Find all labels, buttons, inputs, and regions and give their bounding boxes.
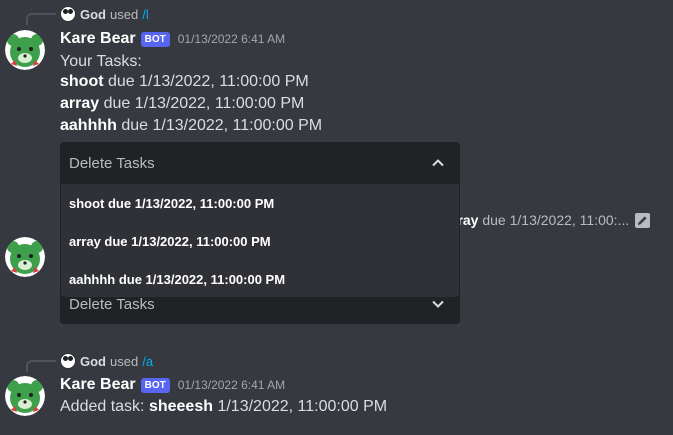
kare-bear-avatar[interactable]	[5, 376, 45, 416]
select-placeholder: Delete Tasks	[69, 295, 155, 313]
task-name: aahhhh	[60, 117, 117, 134]
reply-command[interactable]: /l	[142, 7, 149, 22]
timestamp[interactable]: 01/13/2022 6:41 AM	[178, 32, 285, 46]
reply-used-text: used	[110, 6, 139, 22]
chevron-down-icon	[432, 300, 444, 308]
task-name: sheeesh	[148, 398, 213, 415]
kare-bear-avatar[interactable]	[5, 237, 45, 277]
panda-avatar	[60, 6, 76, 22]
select-placeholder: Delete Tasks	[69, 154, 155, 172]
command-reply[interactable]: God used /a	[60, 353, 153, 369]
select-option[interactable]: aahhhh due 1/13/2022, 11:00:00 PM	[61, 260, 459, 298]
message-heading: Your Tasks:	[60, 53, 142, 70]
reply-command[interactable]: /a	[142, 354, 153, 369]
delete-tasks-select[interactable]: Delete Tasks	[60, 142, 460, 184]
task-date: 1/13/2022, 11:00:00 PM	[217, 398, 388, 415]
task-line: aahhhh due 1/13/2022, 11:00:00 PM	[60, 116, 322, 136]
message-content: Added task: sheeesh 1/13/2022, 11:00:00 …	[60, 397, 387, 417]
task-due: due 1/13/2022, 11:00:...	[482, 212, 630, 228]
command-reply[interactable]: God used /l	[60, 6, 149, 22]
reply-username[interactable]: God	[80, 354, 106, 369]
message-header: Kare Bear BOT 01/13/2022 6:41 AM	[60, 30, 285, 48]
content-prefix: Added task:	[60, 398, 145, 415]
chevron-up-icon	[432, 159, 444, 167]
message-header: Kare Bear BOT 01/13/2022 6:41 AM	[60, 376, 285, 394]
timestamp[interactable]: 01/13/2022 6:41 AM	[178, 378, 285, 392]
author-name[interactable]: Kare Bear	[60, 376, 136, 394]
task-name: array	[60, 95, 100, 112]
hidden-task-line: rray due 1/13/2022, 11:00:...	[452, 212, 629, 228]
task-due: due 1/13/2022, 11:00:00 PM	[108, 73, 309, 90]
bot-tag: BOT	[140, 377, 170, 393]
select-option[interactable]: array due 1/13/2022, 11:00:00 PM	[61, 222, 459, 260]
edit-icon[interactable]	[635, 213, 650, 228]
task-name: shoot	[60, 73, 104, 90]
select-option[interactable]: shoot due 1/13/2022, 11:00:00 PM	[61, 184, 459, 222]
panda-avatar	[60, 353, 76, 369]
kare-bear-avatar[interactable]	[5, 30, 45, 70]
task-line: shoot due 1/13/2022, 11:00:00 PM	[60, 72, 309, 92]
task-due: due 1/13/2022, 11:00:00 PM	[121, 117, 323, 134]
select-menu: shoot due 1/13/2022, 11:00:00 PM array d…	[60, 184, 460, 298]
reply-username[interactable]: God	[80, 7, 106, 22]
bot-tag: BOT	[140, 31, 170, 47]
reply-connector	[26, 13, 56, 25]
task-line: array due 1/13/2022, 11:00:00 PM	[60, 94, 304, 114]
reply-used-text: used	[110, 353, 139, 369]
reply-connector	[26, 360, 56, 372]
author-name[interactable]: Kare Bear	[60, 30, 136, 48]
task-due: due 1/13/2022, 11:00:00 PM	[103, 95, 305, 112]
